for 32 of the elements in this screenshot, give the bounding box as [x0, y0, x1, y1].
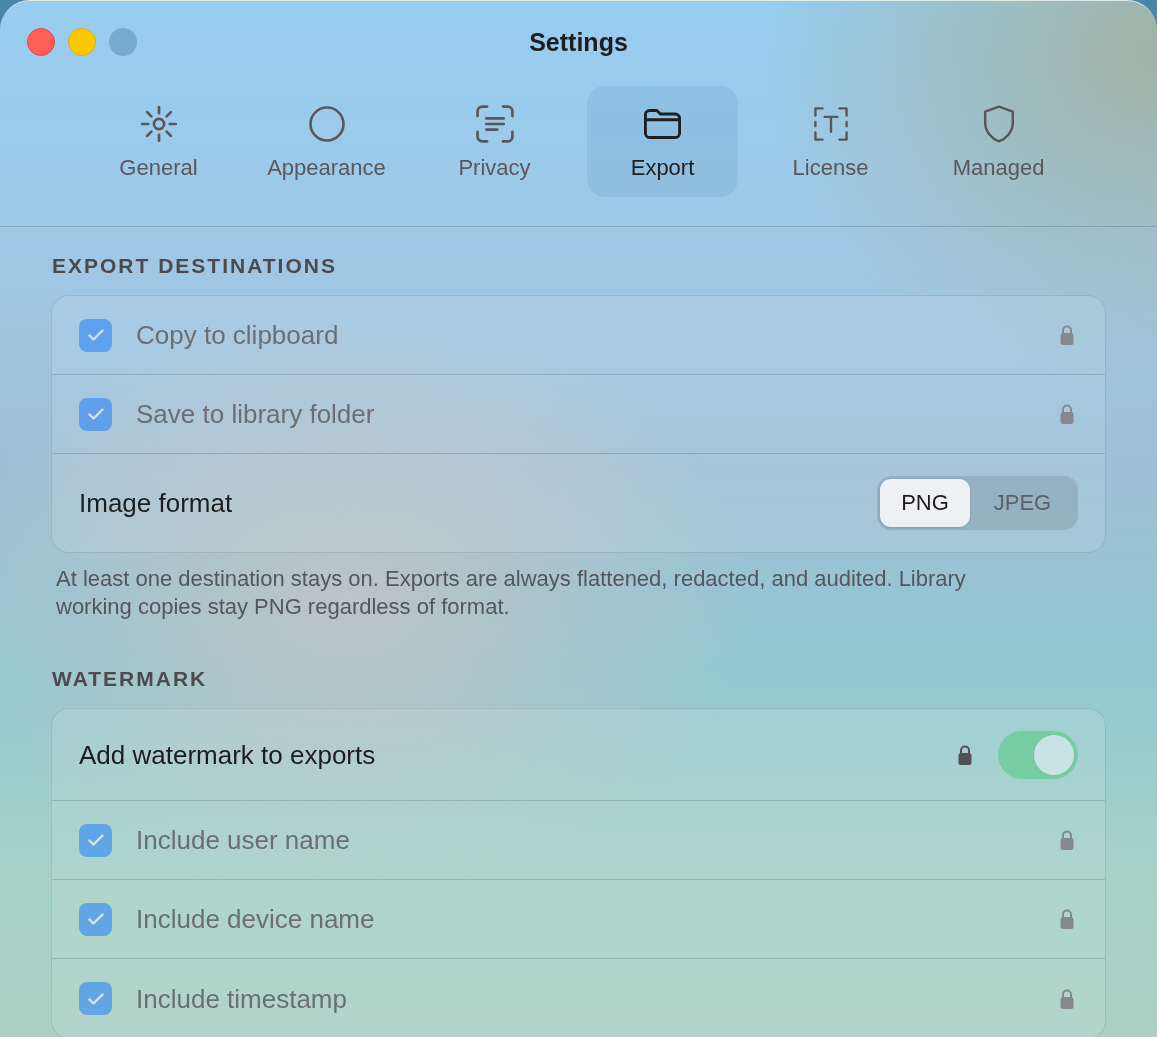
- setting-label: Add watermark to exports: [79, 738, 376, 771]
- settings-tab[interactable]: License: [755, 86, 906, 197]
- setting-label: Save to library folder: [136, 398, 375, 430]
- checkmark-icon: [87, 329, 104, 341]
- section-heading: EXPORT DESTINATIONS: [51, 254, 337, 278]
- shield-icon: [982, 105, 1015, 143]
- setting-label: Include timestamp: [136, 982, 347, 1015]
- checkmark-icon: [87, 913, 104, 925]
- circle-icon: [308, 106, 345, 142]
- sun-icon: [139, 105, 178, 143]
- segment-option[interactable]: JPEG: [970, 479, 1075, 527]
- segment-option[interactable]: PNG: [880, 479, 970, 527]
- minimize-button[interactable]: [68, 28, 96, 56]
- close-button[interactable]: [27, 28, 55, 56]
- checkmark-icon: [87, 834, 104, 846]
- settings-tab[interactable]: General: [83, 86, 234, 197]
- settings-tab[interactable]: Export: [587, 86, 738, 197]
- checkmark-icon: [87, 992, 104, 1005]
- setting-label: Copy to clipboard: [136, 319, 339, 351]
- settings-tab[interactable]: Appearance: [251, 86, 402, 197]
- section-heading: WATERMARK: [51, 667, 208, 691]
- setting-label: Include user name: [136, 824, 350, 856]
- setting-label: Image format: [79, 487, 233, 519]
- text-viewfinder-icon: [475, 105, 514, 143]
- settings-tab[interactable]: Privacy: [419, 86, 570, 197]
- setting-label: Include device name: [136, 903, 375, 935]
- checkmark-icon: [87, 408, 104, 420]
- letter-t-frame-icon: [813, 107, 848, 141]
- settings-tab[interactable]: Managed: [923, 86, 1074, 197]
- folder-icon: [644, 109, 681, 139]
- section-footnote: At least one destination stays on. Exports are always flattened, redacted, and audited. Library working copies stay PNG regardless of format.: [55, 565, 967, 621]
- window-title: Settings: [529, 27, 628, 57]
